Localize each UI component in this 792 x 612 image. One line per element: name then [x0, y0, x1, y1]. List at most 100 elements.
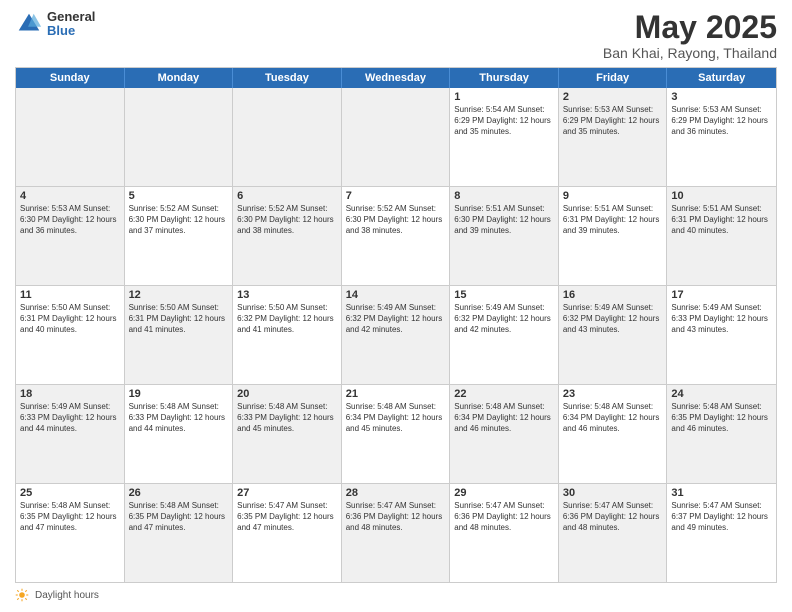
cell-info: Sunrise: 5:47 AM Sunset: 6:37 PM Dayligh…: [671, 501, 772, 533]
calendar-cell-29: 29 Sunrise: 5:47 AM Sunset: 6:36 PM Dayli…: [450, 484, 559, 582]
calendar-cell-14: 14 Sunrise: 5:49 AM Sunset: 6:32 PM Dayli…: [342, 286, 451, 384]
day-number: 16: [563, 289, 663, 301]
day-number: 22: [454, 388, 554, 400]
cell-info: Sunrise: 5:49 AM Sunset: 6:33 PM Dayligh…: [671, 303, 772, 335]
weekday-header-tuesday: Tuesday: [233, 68, 342, 88]
subtitle: Ban Khai, Rayong, Thailand: [603, 45, 777, 61]
calendar-cell-17: 17 Sunrise: 5:49 AM Sunset: 6:33 PM Dayli…: [667, 286, 776, 384]
day-number: 25: [20, 487, 120, 499]
cell-info: Sunrise: 5:50 AM Sunset: 6:31 PM Dayligh…: [129, 303, 229, 335]
day-number: 31: [671, 487, 772, 499]
cell-info: Sunrise: 5:48 AM Sunset: 6:35 PM Dayligh…: [129, 501, 229, 533]
cell-info: Sunrise: 5:53 AM Sunset: 6:29 PM Dayligh…: [563, 105, 663, 137]
cell-info: Sunrise: 5:47 AM Sunset: 6:36 PM Dayligh…: [346, 501, 446, 533]
calendar-cell-22: 22 Sunrise: 5:48 AM Sunset: 6:34 PM Dayli…: [450, 385, 559, 483]
day-number: 7: [346, 190, 446, 202]
day-number: 29: [454, 487, 554, 499]
weekday-header-sunday: Sunday: [16, 68, 125, 88]
calendar-cell-28: 28 Sunrise: 5:47 AM Sunset: 6:36 PM Dayli…: [342, 484, 451, 582]
weekday-header-monday: Monday: [125, 68, 234, 88]
main-title: May 2025: [603, 10, 777, 45]
cell-info: Sunrise: 5:51 AM Sunset: 6:30 PM Dayligh…: [454, 204, 554, 236]
day-number: 5: [129, 190, 229, 202]
calendar-cell-empty: [342, 88, 451, 186]
calendar-cell-2: 2 Sunrise: 5:53 AM Sunset: 6:29 PM Daylig…: [559, 88, 668, 186]
calendar-cell-24: 24Sunrise: 5:48 AM Sunset: 6:35 PM Dayli…: [667, 385, 776, 483]
day-number: 21: [346, 388, 446, 400]
day-number: 2: [563, 91, 663, 103]
cell-info: Sunrise: 5:50 AM Sunset: 6:32 PM Dayligh…: [237, 303, 337, 335]
cell-info: Sunrise: 5:47 AM Sunset: 6:36 PM Dayligh…: [454, 501, 554, 533]
calendar-cell-3: 3Sunrise: 5:53 AM Sunset: 6:29 PM Daylig…: [667, 88, 776, 186]
day-number: 14: [346, 289, 446, 301]
cell-info: Sunrise: 5:47 AM Sunset: 6:35 PM Dayligh…: [237, 501, 337, 533]
calendar-cell-18: 18 Sunrise: 5:49 AM Sunset: 6:33 PM Dayli…: [16, 385, 125, 483]
cell-info: Sunrise: 5:49 AM Sunset: 6:33 PM Dayligh…: [20, 402, 120, 434]
sun-icon: [15, 588, 29, 602]
header: General Blue May 2025 Ban Khai, Rayong, …: [15, 10, 777, 61]
weekday-header-thursday: Thursday: [450, 68, 559, 88]
calendar-row-1: 1Sunrise: 5:54 AM Sunset: 6:29 PM Daylig…: [16, 88, 776, 187]
calendar-row-4: 18 Sunrise: 5:49 AM Sunset: 6:33 PM Dayli…: [16, 385, 776, 484]
cell-info: Sunrise: 5:54 AM Sunset: 6:29 PM Dayligh…: [454, 105, 554, 137]
day-number: 19: [129, 388, 229, 400]
calendar-cell-10: 10 Sunrise: 5:51 AM Sunset: 6:31 PM Dayli…: [667, 187, 776, 285]
cell-info: Sunrise: 5:53 AM Sunset: 6:29 PM Dayligh…: [671, 105, 772, 137]
calendar-cell-11: 11Sunrise: 5:50 AM Sunset: 6:31 PM Dayli…: [16, 286, 125, 384]
day-number: 18: [20, 388, 120, 400]
cell-info: Sunrise: 5:48 AM Sunset: 6:34 PM Dayligh…: [454, 402, 554, 434]
cell-info: Sunrise: 5:48 AM Sunset: 6:33 PM Dayligh…: [129, 402, 229, 434]
day-number: 4: [20, 190, 120, 202]
logo-text: General Blue: [47, 10, 95, 39]
calendar-cell-23: 23Sunrise: 5:48 AM Sunset: 6:34 PM Dayli…: [559, 385, 668, 483]
day-number: 28: [346, 487, 446, 499]
cell-info: Sunrise: 5:51 AM Sunset: 6:31 PM Dayligh…: [671, 204, 772, 236]
cell-info: Sunrise: 5:51 AM Sunset: 6:31 PM Dayligh…: [563, 204, 663, 236]
cell-info: Sunrise: 5:48 AM Sunset: 6:33 PM Dayligh…: [237, 402, 337, 434]
calendar-row-5: 25 Sunrise: 5:48 AM Sunset: 6:35 PM Dayli…: [16, 484, 776, 582]
calendar-cell-31: 31 Sunrise: 5:47 AM Sunset: 6:37 PM Dayli…: [667, 484, 776, 582]
cell-info: Sunrise: 5:48 AM Sunset: 6:35 PM Dayligh…: [671, 402, 772, 434]
cell-info: Sunrise: 5:49 AM Sunset: 6:32 PM Dayligh…: [346, 303, 446, 335]
calendar-cell-15: 15 Sunrise: 5:49 AM Sunset: 6:32 PM Dayli…: [450, 286, 559, 384]
cell-info: Sunrise: 5:49 AM Sunset: 6:32 PM Dayligh…: [563, 303, 663, 335]
footer: Daylight hours: [15, 588, 777, 602]
day-number: 15: [454, 289, 554, 301]
day-number: 12: [129, 289, 229, 301]
title-block: May 2025 Ban Khai, Rayong, Thailand: [603, 10, 777, 61]
day-number: 8: [454, 190, 554, 202]
calendar-cell-9: 9 Sunrise: 5:51 AM Sunset: 6:31 PM Daylig…: [559, 187, 668, 285]
weekday-header-friday: Friday: [559, 68, 668, 88]
calendar-cell-26: 26 Sunrise: 5:48 AM Sunset: 6:35 PM Dayli…: [125, 484, 234, 582]
calendar-cell-4: 4Sunrise: 5:53 AM Sunset: 6:30 PM Daylig…: [16, 187, 125, 285]
calendar-cell-25: 25 Sunrise: 5:48 AM Sunset: 6:35 PM Dayli…: [16, 484, 125, 582]
cell-info: Sunrise: 5:52 AM Sunset: 6:30 PM Dayligh…: [346, 204, 446, 236]
calendar-cell-1: 1Sunrise: 5:54 AM Sunset: 6:29 PM Daylig…: [450, 88, 559, 186]
calendar-cell-21: 21 Sunrise: 5:48 AM Sunset: 6:34 PM Dayli…: [342, 385, 451, 483]
day-number: 23: [563, 388, 663, 400]
calendar-cell-8: 8 Sunrise: 5:51 AM Sunset: 6:30 PM Daylig…: [450, 187, 559, 285]
cell-info: Sunrise: 5:52 AM Sunset: 6:30 PM Dayligh…: [237, 204, 337, 236]
day-number: 6: [237, 190, 337, 202]
weekday-header-saturday: Saturday: [667, 68, 776, 88]
logo: General Blue: [15, 10, 95, 39]
day-number: 17: [671, 289, 772, 301]
cell-info: Sunrise: 5:48 AM Sunset: 6:34 PM Dayligh…: [346, 402, 446, 434]
day-number: 20: [237, 388, 337, 400]
calendar-cell-20: 20 Sunrise: 5:48 AM Sunset: 6:33 PM Dayli…: [233, 385, 342, 483]
day-number: 27: [237, 487, 337, 499]
calendar-header: SundayMondayTuesdayWednesdayThursdayFrid…: [16, 68, 776, 88]
calendar-cell-empty: [125, 88, 234, 186]
calendar-cell-19: 19 Sunrise: 5:48 AM Sunset: 6:33 PM Dayli…: [125, 385, 234, 483]
day-number: 11: [20, 289, 120, 301]
cell-info: Sunrise: 5:48 AM Sunset: 6:35 PM Dayligh…: [20, 501, 120, 533]
calendar: SundayMondayTuesdayWednesdayThursdayFrid…: [15, 67, 777, 583]
calendar-cell-27: 27 Sunrise: 5:47 AM Sunset: 6:35 PM Dayli…: [233, 484, 342, 582]
day-number: 9: [563, 190, 663, 202]
calendar-cell-13: 13Sunrise: 5:50 AM Sunset: 6:32 PM Dayli…: [233, 286, 342, 384]
logo-general-text: General: [47, 10, 95, 24]
day-number: 26: [129, 487, 229, 499]
calendar-cell-12: 12 Sunrise: 5:50 AM Sunset: 6:31 PM Dayli…: [125, 286, 234, 384]
cell-info: Sunrise: 5:49 AM Sunset: 6:32 PM Dayligh…: [454, 303, 554, 335]
day-number: 10: [671, 190, 772, 202]
